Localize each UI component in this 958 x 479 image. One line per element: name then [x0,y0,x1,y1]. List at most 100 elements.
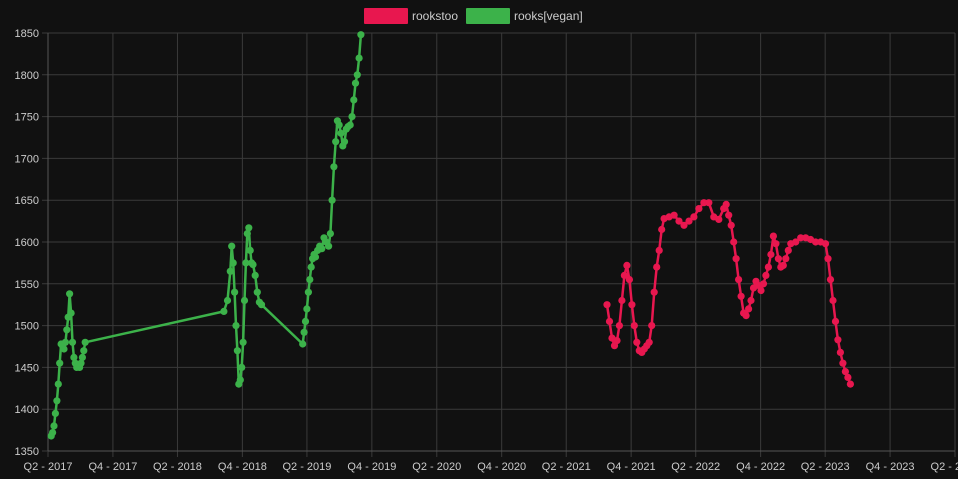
data-point[interactable] [340,138,349,146]
data-point[interactable] [61,338,69,346]
data-point[interactable] [618,296,626,305]
data-point[interactable] [769,232,778,240]
data-point[interactable] [67,309,75,317]
data-point[interactable] [690,213,698,221]
data-point[interactable] [630,322,638,330]
data-point[interactable] [249,261,257,269]
data-point[interactable] [774,255,783,263]
data-point[interactable] [831,317,840,325]
data-point[interactable] [68,338,77,346]
data-point[interactable] [834,336,842,344]
data-point[interactable] [350,96,358,104]
data-point[interactable] [78,353,86,361]
data-point[interactable] [332,138,340,146]
data-point[interactable] [824,255,832,263]
data-point[interactable] [306,276,314,284]
data-point[interactable] [325,242,333,250]
data-point[interactable] [745,305,753,313]
data-point[interactable] [633,338,641,346]
data-point[interactable] [220,307,228,315]
data-point[interactable] [772,240,780,248]
data-point[interactable] [779,261,787,269]
data-point[interactable] [229,259,237,267]
data-point[interactable] [223,296,232,305]
data-point[interactable] [303,305,311,313]
data-point[interactable] [839,359,847,367]
data-point[interactable] [715,215,723,223]
data-point[interactable] [311,253,320,261]
data-point[interactable] [695,205,703,213]
data-point[interactable] [730,238,738,246]
data-point[interactable] [348,113,356,121]
data-point[interactable] [239,338,247,346]
data-point[interactable] [757,286,765,295]
data-point[interactable] [725,211,733,219]
data-point[interactable] [240,296,249,305]
data-point[interactable] [625,276,634,284]
data-point[interactable] [233,347,241,355]
data-point[interactable] [737,292,745,300]
data-point[interactable] [251,271,259,279]
data-point[interactable] [747,296,755,305]
data-point[interactable] [623,261,631,269]
data-point[interactable] [330,163,338,171]
data-point[interactable] [80,347,88,355]
data-point[interactable] [727,221,735,229]
data-point[interactable] [353,71,361,79]
data-point[interactable] [764,263,773,271]
data-point[interactable] [782,255,790,263]
data-point[interactable] [821,240,830,248]
data-point[interactable] [829,296,837,305]
data-point[interactable] [63,326,71,334]
data-point[interactable] [245,224,253,232]
data-point[interactable] [49,429,57,437]
data-point[interactable] [762,271,770,279]
data-point[interactable] [346,121,354,129]
data-point[interactable] [226,267,234,275]
data-point[interactable] [257,301,266,309]
data-point[interactable] [658,225,666,234]
data-point[interactable] [650,288,658,296]
data-point[interactable] [326,230,334,238]
data-point[interactable] [357,31,365,39]
data-point[interactable] [328,196,336,204]
data-point[interactable] [603,301,611,309]
data-point[interactable] [301,317,310,325]
data-point[interactable] [826,276,835,284]
data-point[interactable] [653,263,661,271]
data-point[interactable] [735,276,743,284]
data-point[interactable] [50,422,58,430]
data-point[interactable] [670,211,678,219]
data-point[interactable] [742,312,750,320]
data-point[interactable] [228,242,236,250]
data-point[interactable] [307,263,315,271]
data-point[interactable] [836,348,845,356]
data-point[interactable] [613,337,621,345]
data-point[interactable] [655,246,663,254]
data-point[interactable] [351,79,360,87]
data-point[interactable] [759,280,768,288]
data-point[interactable] [335,121,343,129]
data-point[interactable] [844,373,852,381]
legend-item-rooks-vegan[interactable]: rooks[vegan] [466,8,583,24]
data-point[interactable] [300,328,308,336]
data-point[interactable] [615,322,624,330]
legend-item-rookstoo[interactable]: rookstoo [364,8,458,24]
data-point[interactable] [66,290,74,298]
data-point[interactable] [81,338,89,346]
data-point[interactable] [236,376,244,384]
data-point[interactable] [722,200,730,208]
data-point[interactable] [355,54,363,62]
data-point[interactable] [53,397,61,405]
data-point[interactable] [51,409,60,417]
data-point[interactable] [645,338,653,346]
data-point[interactable] [299,340,307,348]
data-point[interactable] [648,322,656,330]
data-point[interactable] [56,359,64,367]
data-point[interactable] [628,301,636,309]
data-point[interactable] [232,322,240,330]
data-point[interactable] [846,380,855,388]
data-point[interactable] [304,288,312,296]
data-point[interactable] [238,363,246,371]
data-point[interactable] [246,246,254,254]
